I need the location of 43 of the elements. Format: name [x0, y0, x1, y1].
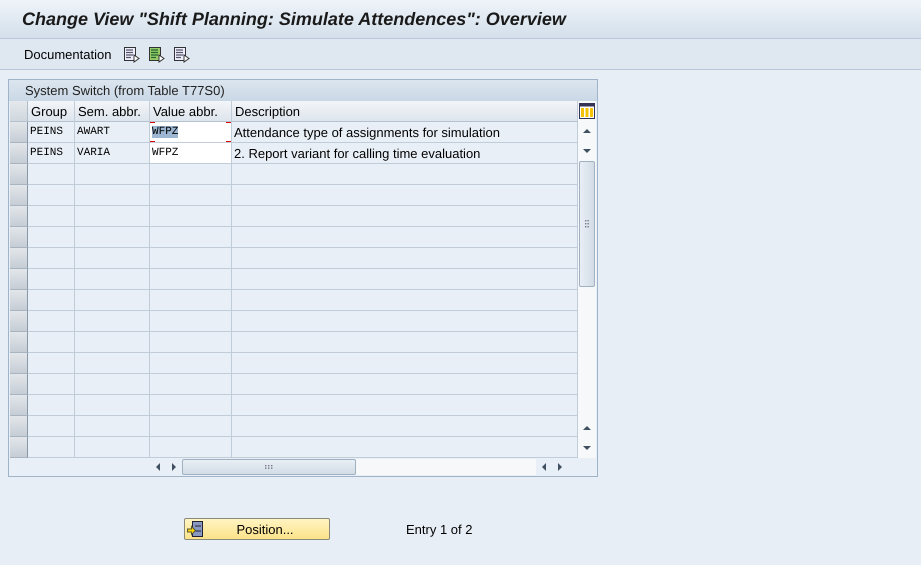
row-selector[interactable] — [10, 185, 28, 206]
row-selector[interactable] — [10, 206, 28, 227]
grip-icon — [265, 465, 273, 469]
row-selector[interactable] — [10, 227, 28, 248]
table-cell: PEINS — [28, 122, 75, 143]
row-selector[interactable] — [10, 248, 28, 269]
row-selector[interactable] — [10, 143, 28, 164]
column-header[interactable]: Description — [232, 101, 578, 122]
documentation-button[interactable]: Documentation — [24, 46, 112, 62]
horizontal-scrollbar-thumb[interactable] — [182, 459, 356, 475]
row-selector[interactable] — [10, 437, 28, 458]
row-selector[interactable] — [10, 416, 28, 437]
document-icon[interactable] — [123, 46, 140, 62]
column-header[interactable]: Sem. abbr. — [75, 101, 150, 122]
column-settings-icon[interactable] — [579, 103, 595, 119]
row-selector[interactable] — [10, 269, 28, 290]
row-selector[interactable] — [10, 122, 28, 143]
vertical-scrollbar-thumb[interactable] — [579, 161, 595, 287]
row-selector[interactable] — [10, 332, 28, 353]
window-title: Change View "Shift Planning: Simulate Attendences": Overview — [22, 8, 566, 30]
grip-icon — [585, 220, 589, 228]
table-cell: Attendance type of assignments for simulation — [232, 122, 578, 143]
column-header[interactable]: Group — [28, 101, 75, 122]
value-input-field[interactable]: WFPZ — [150, 143, 232, 164]
value-input-field[interactable]: WFPZ — [150, 122, 232, 143]
document-icon[interactable] — [173, 46, 190, 62]
select-all-header[interactable] — [10, 101, 28, 122]
table-cell: PEINS — [28, 143, 75, 164]
row-selector[interactable] — [10, 353, 28, 374]
position-icon — [187, 521, 203, 537]
table-title: System Switch (from Table T77S0) — [9, 80, 597, 101]
document-icon[interactable] — [148, 46, 166, 62]
column-header[interactable]: Value abbr. — [150, 101, 232, 122]
position-button[interactable]: Position... — [184, 518, 330, 540]
entry-count: Entry 1 of 2 — [406, 522, 472, 536]
row-selector[interactable] — [10, 311, 28, 332]
table-cell: AWART — [75, 122, 150, 143]
table-cell: 2. Report variant for calling time evaluation — [232, 143, 578, 164]
row-selector[interactable] — [10, 290, 28, 311]
row-selector[interactable] — [10, 374, 28, 395]
row-selector[interactable] — [10, 395, 28, 416]
table-cell: VARIA — [75, 143, 150, 164]
row-selector[interactable] — [10, 164, 28, 185]
